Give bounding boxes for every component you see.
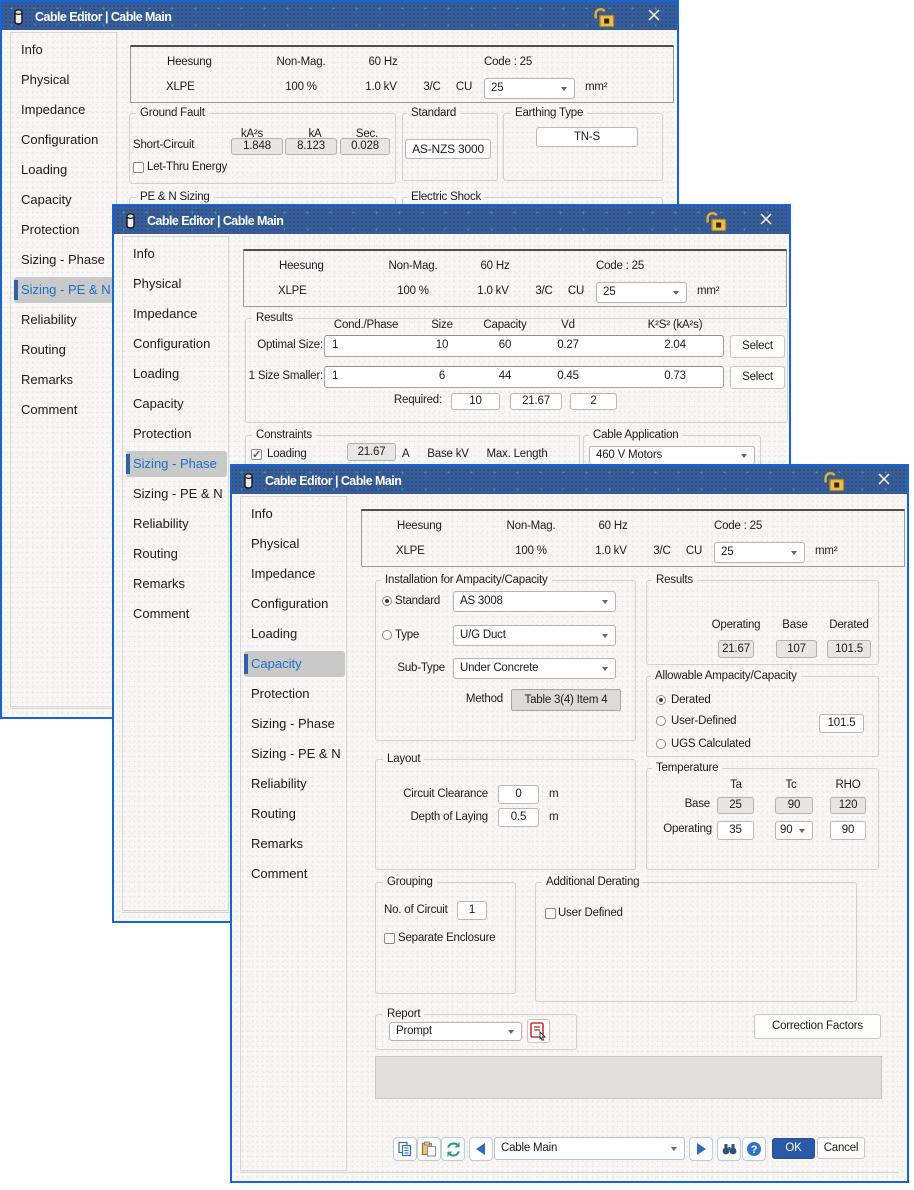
svg-text:?: ? [751,1144,758,1156]
